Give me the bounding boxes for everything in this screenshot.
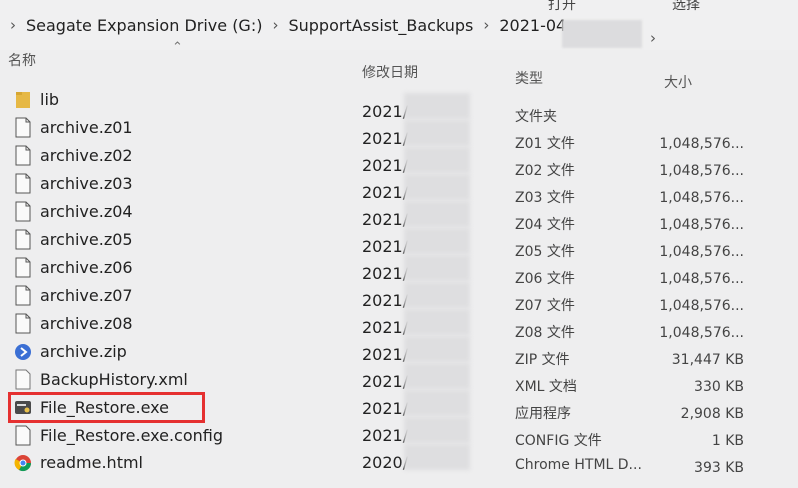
chevron-right-icon[interactable]: ›	[483, 16, 489, 34]
file-size: 393 KB	[694, 460, 744, 476]
file-name[interactable]: File_Restore.exe.config	[40, 426, 223, 445]
redaction-patch	[404, 390, 470, 416]
chevron-right-icon[interactable]: ›	[272, 16, 278, 34]
column-header-type[interactable]: 类型	[515, 68, 543, 88]
redaction-patch	[404, 309, 470, 335]
redaction-patch	[404, 201, 470, 227]
file-name[interactable]: archive.z08	[40, 314, 133, 333]
file-icon	[14, 229, 32, 250]
file-icon	[14, 201, 32, 222]
redaction-patch	[404, 444, 470, 470]
chevron-right-icon[interactable]: ›	[650, 29, 656, 47]
file-type: XML 文档	[515, 379, 577, 395]
file-icon	[14, 145, 32, 166]
redaction-patch	[404, 174, 470, 200]
file-date: 2021/	[362, 372, 409, 391]
redaction-patch	[404, 363, 470, 389]
zip-archive-icon	[14, 341, 32, 362]
file-name[interactable]: archive.z03	[40, 174, 133, 193]
ribbon-select-label[interactable]: 选择	[672, 0, 700, 14]
config-file-icon	[14, 425, 32, 446]
file-icon	[14, 285, 32, 306]
highlight-box	[8, 392, 205, 423]
breadcrumb: › Seagate Expansion Drive (G:) › Support…	[8, 12, 572, 38]
file-name[interactable]: archive.z06	[40, 258, 133, 277]
file-name[interactable]: readme.html	[40, 453, 143, 472]
sort-ascending-icon: ⌃	[172, 40, 183, 55]
file-size: 2,908 KB	[680, 406, 744, 422]
redaction-patch	[404, 282, 470, 308]
file-name[interactable]: BackupHistory.xml	[40, 370, 188, 389]
file-size: 330 KB	[694, 379, 744, 395]
redaction-patch	[404, 336, 470, 362]
file-icon	[14, 257, 32, 278]
file-name[interactable]: archive.z07	[40, 286, 133, 305]
file-date: 2021/	[362, 264, 409, 283]
redaction-patch	[562, 20, 642, 48]
file-date: 2021/	[362, 291, 409, 310]
file-date: 2021/	[362, 399, 409, 418]
file-size: 1 KB	[711, 433, 744, 449]
column-header-row: 名称 修改日期 类型 大小	[0, 48, 798, 91]
address-bar-area: 打开 选择 › Seagate Expansion Drive (G:) › S…	[0, 0, 798, 50]
column-header-name[interactable]: 名称	[8, 50, 36, 70]
file-date: 2021/	[362, 426, 409, 445]
chevron-right-icon[interactable]: ›	[10, 16, 16, 34]
file-icon	[14, 313, 32, 334]
file-name[interactable]: archive.zip	[40, 342, 127, 361]
column-header-date[interactable]: 修改日期	[362, 62, 418, 82]
chrome-icon	[14, 452, 32, 473]
file-icon	[14, 173, 32, 194]
file-name[interactable]: lib	[40, 90, 59, 109]
redaction-patch	[404, 417, 470, 443]
file-name[interactable]: archive.z05	[40, 230, 133, 249]
breadcrumb-drive[interactable]: Seagate Expansion Drive (G:)	[26, 16, 262, 35]
file-date: 2021/	[362, 318, 409, 337]
file-date: 2021/	[362, 345, 409, 364]
file-date: 2020/	[362, 453, 409, 472]
redaction-patch	[404, 228, 470, 254]
xml-file-icon	[14, 369, 32, 390]
file-type: CONFIG 文件	[515, 433, 602, 449]
file-type: 应用程序	[515, 406, 571, 422]
file-name[interactable]: archive.z01	[40, 118, 133, 137]
breadcrumb-supportassist-backups[interactable]: SupportAssist_Backups	[288, 16, 473, 35]
file-icon	[14, 117, 32, 138]
file-name[interactable]: archive.z04	[40, 202, 133, 221]
folder-icon	[14, 89, 32, 110]
file-type: Chrome HTML D...	[515, 457, 642, 473]
file-name[interactable]: archive.z02	[40, 146, 133, 165]
redaction-patch	[404, 255, 470, 281]
